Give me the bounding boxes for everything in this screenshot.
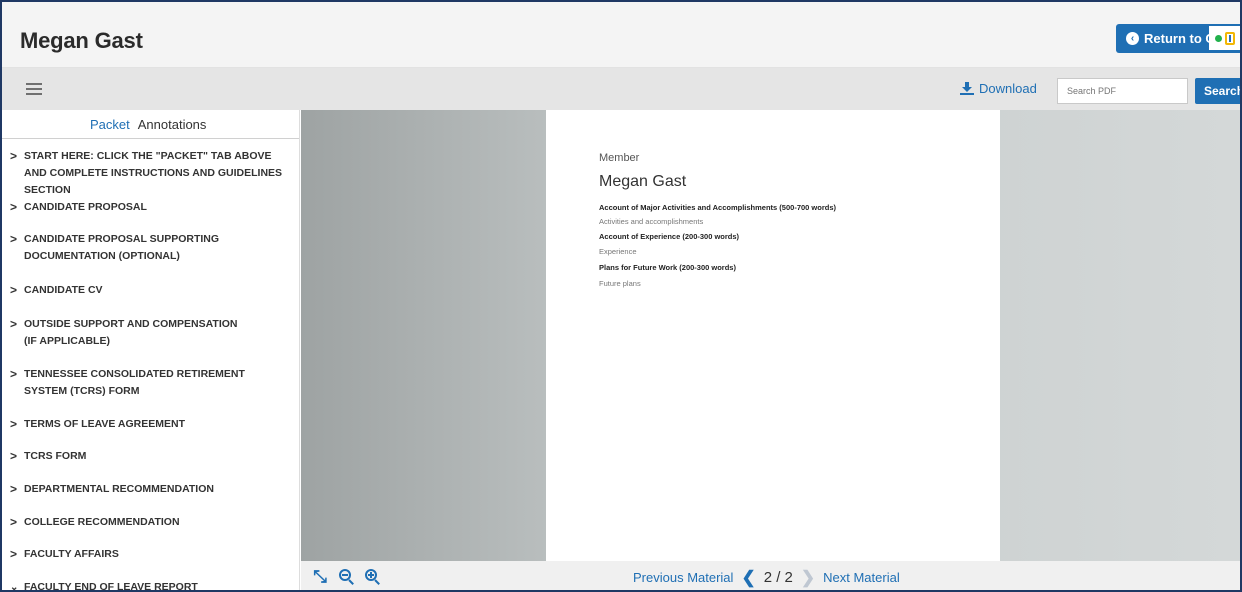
document-section-body: Experience — [599, 247, 637, 256]
sidebar-item-label: COLLEGE RECOMMENDATION — [24, 516, 180, 528]
sidebar-tabs: Packet Annotations — [2, 110, 299, 139]
sidebar-item-label: TENNESSEE CONSOLIDATED RETIREMENT SYSTEM… — [24, 368, 245, 397]
chevron-left-icon[interactable]: ❮ — [741, 569, 755, 586]
sidebar-item-label: START HERE: CLICK THE "PACKET" TAB ABOVE… — [24, 150, 283, 196]
zoom-in-icon[interactable] — [365, 569, 381, 585]
sidebar-item-label: OUTSIDE SUPPORT AND COMPENSATION (IF APP… — [24, 318, 238, 347]
document-member-name: Megan Gast — [599, 173, 687, 190]
page-indicator: 2 / 2 — [763, 569, 793, 586]
sidebar-item-label: CANDIDATE CV — [24, 284, 103, 296]
sidebar-item-college-recommendation[interactable]: > COLLEGE RECOMMENDATION — [2, 514, 299, 531]
document-section-heading: Account of Major Activities and Accompli… — [599, 203, 836, 212]
sidebar-item-label: CANDIDATE PROPOSAL SUPPORTING DOCUMENTAT… — [24, 233, 220, 262]
sidebar-item-label: DEPARTMENTAL RECOMMENDATION — [24, 483, 214, 495]
sidebar-item-candidate-proposal[interactable]: > CANDIDATE PROPOSAL — [2, 199, 299, 216]
toolbar: Download Search — [2, 68, 1240, 110]
download-button[interactable]: Download — [960, 81, 1037, 96]
sidebar-item-label: FACULTY END OF LEAVE REPORT — [24, 581, 198, 592]
previous-material-link[interactable]: Previous Material — [633, 570, 733, 585]
sidebar-item-tcrs-form[interactable]: > TCRS FORM — [2, 448, 299, 465]
sidebar-item-label: TCRS FORM — [24, 450, 87, 462]
viewer-footer: ⤡ Previous Material ❮ 2 / 2 ❯ Next Mater… — [301, 561, 1240, 590]
zoom-out-icon[interactable] — [339, 569, 355, 585]
arrow-left-circle-icon: ‹ — [1126, 32, 1139, 45]
app-window: Megan Gast ‹ Return to Ca Download Searc… — [0, 0, 1242, 592]
zoom-controls: ⤡ — [311, 568, 381, 586]
tab-packet[interactable]: Packet — [90, 117, 130, 132]
tab-annotations[interactable]: Annotations — [138, 117, 207, 132]
sidebar-item-faculty-affairs[interactable]: > FACULTY AFFAIRS — [2, 546, 299, 563]
document-member-label: Member — [599, 152, 640, 164]
chevron-right-icon: > — [10, 317, 18, 331]
expand-icon[interactable]: ⤡ — [311, 568, 329, 586]
chevron-right-icon: > — [10, 149, 18, 163]
chevron-right-icon: > — [10, 449, 18, 463]
sidebar-item-terms-of-leave[interactable]: > TERMS OF LEAVE AGREEMENT — [2, 416, 299, 433]
chevron-right-icon: > — [10, 200, 18, 214]
document-section-heading: Account of Experience (200-300 words) — [599, 232, 740, 241]
status-dot-icon — [1214, 34, 1222, 42]
sidebar-item-label: TERMS OF LEAVE AGREEMENT — [24, 418, 186, 430]
document-section-body: Future plans — [599, 279, 641, 288]
sidebar-item-outside-support[interactable]: > OUTSIDE SUPPORT AND COMPENSATION (IF A… — [2, 316, 299, 350]
sidebar: Packet Annotations > START HERE: CLICK T… — [2, 110, 300, 592]
pdf-viewer[interactable]: Member Megan Gast Account of Major Activ… — [301, 110, 1240, 561]
chevron-right-icon: > — [10, 232, 18, 246]
sidebar-item-supporting-documentation[interactable]: > CANDIDATE PROPOSAL SUPPORTING DOCUMENT… — [2, 231, 299, 265]
menu-icon[interactable] — [26, 83, 42, 95]
extension-icon[interactable] — [1224, 31, 1235, 45]
pdf-page: Member Megan Gast Account of Major Activ… — [546, 110, 1000, 561]
search-button[interactable]: Search — [1195, 78, 1240, 104]
chevron-right-icon: > — [10, 367, 18, 381]
document-section-body: Activities and accomplishments — [599, 217, 704, 226]
sidebar-item-start-here[interactable]: > START HERE: CLICK THE "PACKET" TAB ABO… — [2, 148, 299, 199]
chevron-right-icon[interactable]: ❯ — [801, 569, 815, 586]
sidebar-item-tcrs-system[interactable]: > TENNESSEE CONSOLIDATED RETIREMENT SYST… — [2, 366, 299, 400]
chevron-right-icon: > — [10, 417, 18, 431]
sidebar-item-label: FACULTY AFFAIRS — [24, 548, 119, 560]
document-section-heading: Plans for Future Work (200-300 words) — [599, 263, 736, 272]
sidebar-item-departmental-recommendation[interactable]: > DEPARTMENTAL RECOMMENDATION — [2, 481, 299, 498]
pager: Previous Material ❮ 2 / 2 ❯ Next Materia… — [633, 569, 900, 587]
page-title: Megan Gast — [20, 28, 143, 53]
sidebar-item-label: CANDIDATE PROPOSAL — [24, 201, 147, 213]
chevron-right-icon: > — [10, 547, 18, 561]
download-icon — [960, 82, 974, 95]
search-input[interactable] — [1057, 78, 1188, 104]
next-material-link[interactable]: Next Material — [823, 570, 900, 585]
chevron-right-icon: > — [10, 482, 18, 496]
sidebar-item-candidate-cv[interactable]: > CANDIDATE CV — [2, 282, 299, 299]
header-bar: Megan Gast ‹ Return to Ca — [2, 2, 1240, 68]
sidebar-item-end-of-leave-report[interactable]: ⌄ FACULTY END OF LEAVE REPORT — [2, 579, 299, 592]
download-label: Download — [979, 81, 1037, 96]
browser-extension-icons[interactable] — [1209, 26, 1240, 50]
chevron-right-icon: > — [10, 515, 18, 529]
chevron-down-icon: ⌄ — [10, 582, 19, 592]
chevron-right-icon: > — [10, 283, 18, 297]
